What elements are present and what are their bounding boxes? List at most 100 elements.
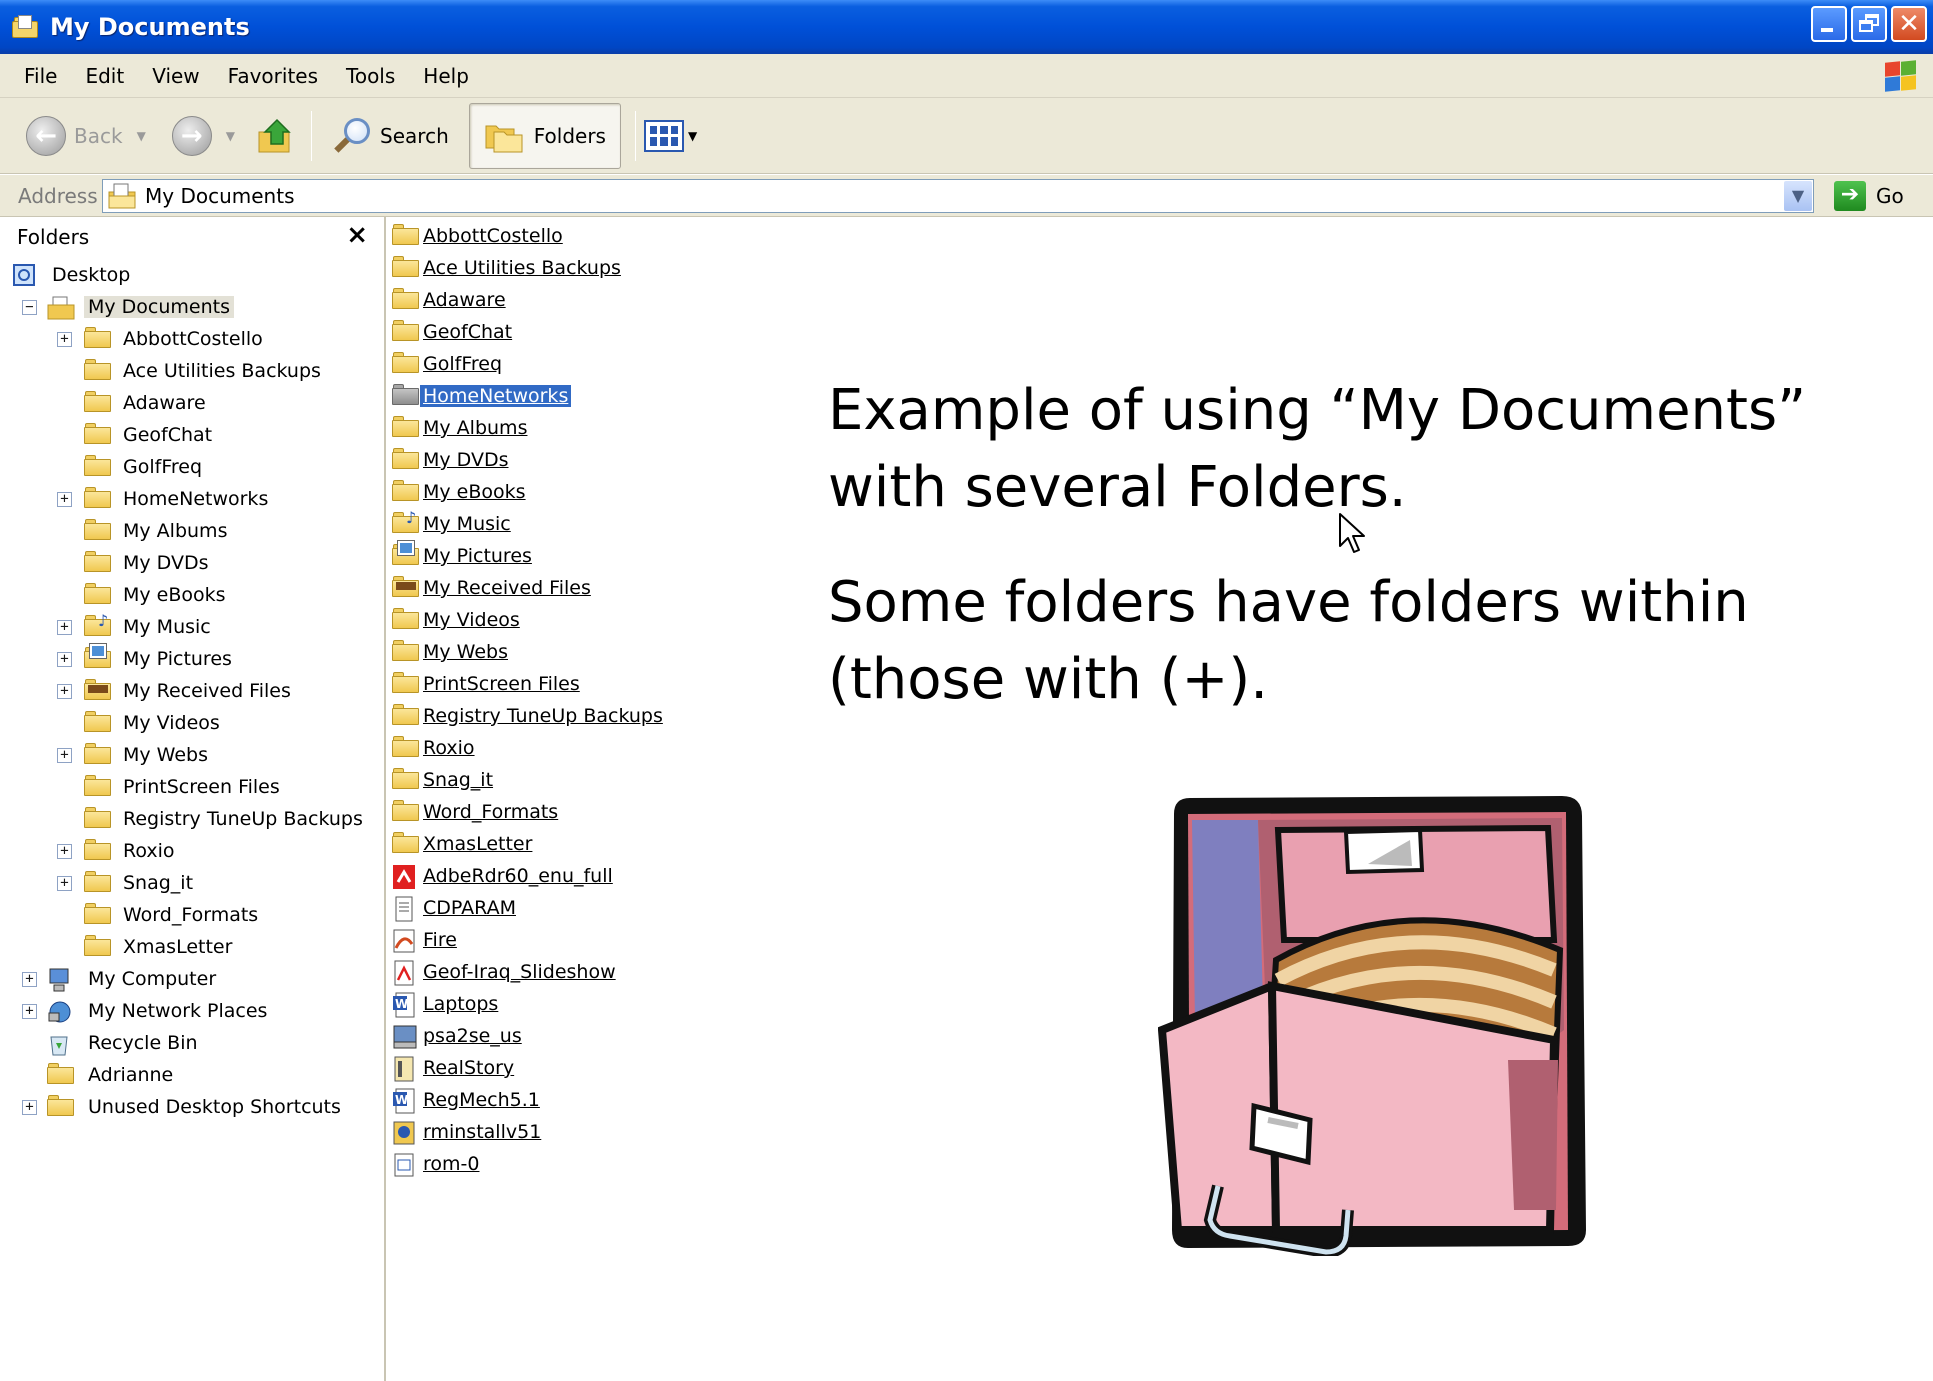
expand-icon[interactable]: +: [57, 843, 72, 859]
tree-item[interactable]: Desktop: [0, 259, 384, 291]
svg-text:W: W: [395, 997, 408, 1011]
tree-item[interactable]: Ace Utilities Backups: [0, 355, 384, 387]
views-button[interactable]: ▼: [643, 119, 697, 152]
folder-icon: [392, 640, 420, 662]
tree-item-label: My Received Files: [123, 680, 291, 702]
folders-button[interactable]: Folders: [468, 102, 621, 169]
expand-icon[interactable]: +: [22, 1003, 37, 1019]
tree-item[interactable]: GolfFreq: [0, 451, 384, 483]
folder-icon: [84, 903, 112, 925]
search-button[interactable]: Search: [318, 103, 463, 169]
menu-edit[interactable]: Edit: [85, 64, 124, 88]
list-item-label: RealStory: [423, 1057, 515, 1079]
folder-icon: [392, 704, 420, 726]
menu-tools[interactable]: Tools: [346, 64, 395, 88]
tree-item[interactable]: + My Pictures: [0, 643, 384, 675]
title-bar[interactable]: My Documents ✕: [0, 0, 1933, 54]
up-folder-button[interactable]: [257, 116, 297, 156]
collapse-icon[interactable]: −: [22, 299, 37, 315]
setup-icon: [392, 1120, 416, 1146]
expand-icon[interactable]: +: [22, 971, 37, 987]
window-title: My Documents: [50, 13, 250, 41]
tree-item[interactable]: Word_Formats: [0, 899, 384, 931]
folder-icon: [84, 807, 112, 829]
tree-item[interactable]: GeofChat: [0, 419, 384, 451]
tree-item-label: My Albums: [123, 520, 228, 542]
music-folder-icon: ♪: [392, 508, 420, 534]
tree-item-label: My Videos: [123, 712, 220, 734]
expand-icon[interactable]: +: [57, 651, 72, 667]
expand-icon[interactable]: +: [57, 747, 72, 763]
tree-item-label: Word_Formats: [123, 904, 259, 926]
tree-item-label: My Computer: [88, 968, 217, 990]
restore-button[interactable]: [1851, 6, 1887, 42]
tree-item[interactable]: PrintScreen Files: [0, 771, 384, 803]
mouse-cursor-icon: [1339, 513, 1365, 553]
tree-item[interactable]: Recycle Bin: [0, 1027, 384, 1059]
tree-item[interactable]: + AbbottCostello: [0, 323, 384, 355]
list-item-label: Fire: [423, 929, 457, 951]
tree-item[interactable]: XmasLetter: [0, 931, 384, 963]
tree-item[interactable]: Adaware: [0, 387, 384, 419]
back-dropdown-icon[interactable]: ▼: [137, 129, 146, 143]
tree-item[interactable]: Adrianne: [0, 1059, 384, 1091]
binary-file-icon: [392, 1152, 416, 1178]
tree-item[interactable]: + Snag_it: [0, 867, 384, 899]
desktop-icon: [12, 263, 36, 289]
address-field[interactable]: My Documents ▼: [102, 179, 1814, 213]
back-button[interactable]: ←: [26, 115, 66, 156]
tree-item[interactable]: My Videos: [0, 707, 384, 739]
tree-item[interactable]: My DVDs: [0, 547, 384, 579]
tree-item[interactable]: + Roxio: [0, 835, 384, 867]
list-item-label: HomeNetworks: [418, 384, 573, 408]
expand-icon[interactable]: +: [57, 683, 72, 699]
tree-item[interactable]: + Unused Desktop Shortcuts: [0, 1091, 384, 1123]
tree-item-label: My eBooks: [123, 584, 226, 606]
views-dropdown-icon[interactable]: ▼: [688, 129, 697, 143]
menu-file[interactable]: File: [24, 64, 57, 88]
folder-icon: [392, 832, 420, 854]
list-item-label: Registry TuneUp Backups: [423, 705, 663, 727]
my-computer-icon: [47, 967, 71, 993]
minimize-button[interactable]: [1811, 6, 1847, 42]
tree-item[interactable]: + My Network Places: [0, 995, 384, 1027]
pictures-folder-icon: [84, 643, 112, 669]
tree-item[interactable]: Registry TuneUp Backups: [0, 803, 384, 835]
tree-item[interactable]: + My Webs: [0, 739, 384, 771]
tree-item-label: XmasLetter: [123, 936, 233, 958]
forward-button[interactable]: →: [171, 115, 212, 156]
address-bar: Address My Documents ▼ ➔ Go: [0, 175, 1933, 217]
expand-icon[interactable]: +: [57, 875, 72, 891]
tree-item[interactable]: + ♪ My Music: [0, 611, 384, 643]
tree-item[interactable]: + My Computer: [0, 963, 384, 995]
close-pane-icon[interactable]: ×: [346, 220, 368, 250]
tree-item[interactable]: + HomeNetworks: [0, 483, 384, 515]
music-folder-icon: ♪: [84, 611, 112, 637]
back-label[interactable]: Back: [74, 124, 123, 148]
menu-view[interactable]: View: [152, 64, 199, 88]
expand-icon[interactable]: +: [22, 1099, 37, 1115]
go-button[interactable]: ➔ Go: [1834, 181, 1904, 211]
tree-item[interactable]: My Albums: [0, 515, 384, 547]
tree-item[interactable]: + My Received Files: [0, 675, 384, 707]
expand-icon[interactable]: +: [57, 619, 72, 635]
menu-help[interactable]: Help: [423, 64, 469, 88]
folder-icon: [84, 871, 112, 893]
tree-item-label: Adaware: [123, 392, 206, 414]
address-dropdown-icon[interactable]: ▼: [1784, 181, 1812, 211]
forward-dropdown-icon[interactable]: ▼: [226, 129, 235, 143]
expand-icon[interactable]: +: [57, 491, 72, 507]
folders-icon: [485, 125, 523, 152]
folder-icon: [84, 551, 112, 573]
expand-icon[interactable]: +: [57, 331, 72, 347]
tree-item[interactable]: − My Documents: [0, 291, 384, 323]
folder-icon: [392, 608, 420, 630]
tree-item-label: Roxio: [123, 840, 175, 862]
text-file-icon: [392, 896, 416, 922]
close-button[interactable]: ✕: [1891, 6, 1927, 42]
list-item-label: My Received Files: [423, 577, 591, 599]
list-item-label: Roxio: [423, 737, 475, 759]
tree-item[interactable]: My eBooks: [0, 579, 384, 611]
minimize-icon: [1821, 28, 1833, 32]
menu-favorites[interactable]: Favorites: [228, 64, 318, 88]
